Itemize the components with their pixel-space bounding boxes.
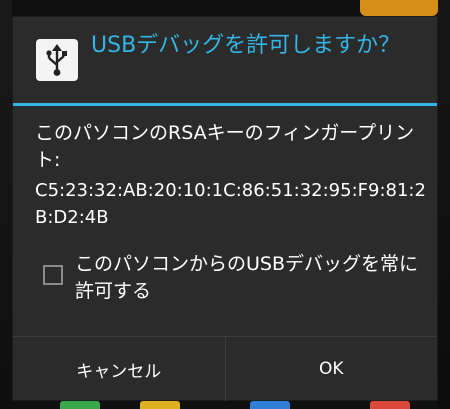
rsa-fingerprint: C5:23:32:AB:20:10:1C:86:51:32:95:F9:81:2… <box>35 180 426 228</box>
cancel-button[interactable]: キャンセル <box>13 337 225 401</box>
always-allow-checkbox-row[interactable]: このパソコンからのUSBデバッグを常に許可する <box>35 251 425 307</box>
dialog-button-bar: キャンセル OK <box>13 336 437 401</box>
background-edge-right <box>438 0 450 409</box>
usb-icon <box>36 39 78 81</box>
title-divider <box>13 103 437 106</box>
dialog-title: USBデバッグを許可しますか？ <box>91 33 401 58</box>
background-dock-icon <box>370 401 410 409</box>
background-dock-icon <box>250 401 290 409</box>
background-dock-icon <box>140 401 180 409</box>
background-app-icon <box>360 0 438 16</box>
usb-debugging-dialog: USBデバッグを許可しますか？ このパソコンのRSAキーのフィンガープリント: … <box>12 16 438 401</box>
background-edge-left <box>0 0 12 409</box>
dialog-message: このパソコンのRSAキーのフィンガープリント: <box>35 122 415 171</box>
ok-button[interactable]: OK <box>226 337 438 401</box>
always-allow-checkbox[interactable] <box>43 265 63 285</box>
always-allow-label[interactable]: このパソコンからのUSBデバッグを常に許可する <box>75 251 420 305</box>
background-dock-icon <box>60 401 100 409</box>
dialog-title-bar: USBデバッグを許可しますか？ <box>13 17 437 103</box>
